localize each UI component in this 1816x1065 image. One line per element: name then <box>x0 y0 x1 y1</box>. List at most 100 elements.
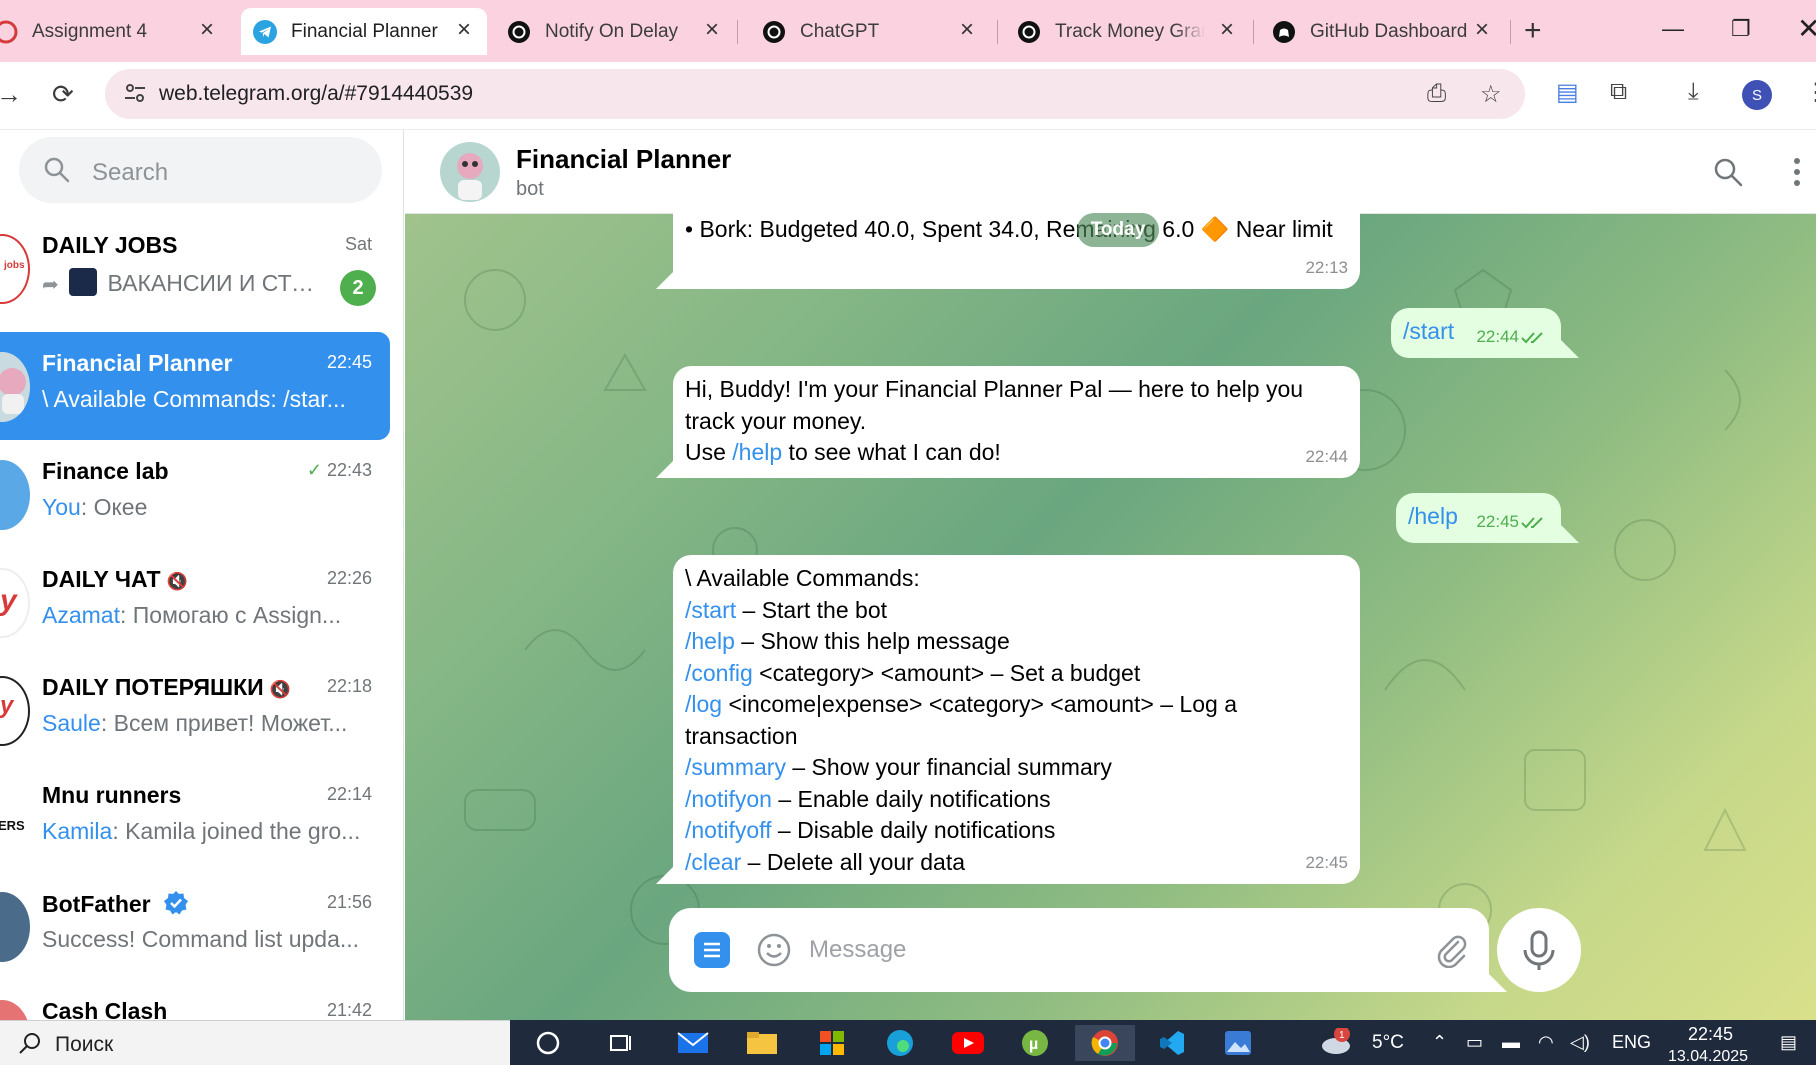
message-text: • Bork: Budgeted 40.0, Spent 34.0, Remai… <box>685 216 1333 242</box>
clock-time[interactable]: 22:45 <box>1688 1024 1733 1045</box>
voice-record-button[interactable] <box>1497 908 1581 992</box>
chat-name-text: DAILY ПОТЕРЯШКИ <box>42 674 264 700</box>
chat-search-input[interactable]: Search <box>19 137 382 203</box>
utorrent-icon[interactable]: µ <box>1015 1025 1055 1061</box>
command-line: /summary – Show your financial summary <box>685 752 1348 784</box>
bot-menu-button[interactable] <box>694 932 730 968</box>
tab-github-dashboard[interactable]: GitHub Dashboard × <box>1260 8 1505 55</box>
chat-name: Financial Planner <box>42 350 233 376</box>
tab-notify-on-delay[interactable]: Notify On Delay × <box>495 8 735 55</box>
tab-track-money[interactable]: Track Money Gram × <box>1005 8 1250 55</box>
close-icon[interactable]: × <box>960 18 974 42</box>
cortana-icon[interactable] <box>528 1025 568 1061</box>
message-incoming-help[interactable]: \ Available Commands: /start – Start the… <box>673 555 1360 884</box>
chrome-icon[interactable] <box>1075 1025 1135 1061</box>
youtube-icon[interactable] <box>948 1025 988 1061</box>
wifi-icon[interactable]: ◠ <box>1538 1032 1554 1053</box>
vscode-icon[interactable] <box>1152 1025 1192 1061</box>
sender-name: Saule <box>42 710 101 736</box>
chevron-up-icon[interactable]: ⌃ <box>1432 1032 1447 1053</box>
reload-icon[interactable]: ⟳ <box>52 76 74 112</box>
mail-icon[interactable] <box>673 1025 713 1061</box>
emoji-icon[interactable] <box>756 932 792 968</box>
muted-icon: 🔇 <box>166 572 188 591</box>
chat-item-finance-lab[interactable]: Finance lab ✓ 22:43 You: Окее <box>0 440 390 548</box>
message-outgoing[interactable]: /start 22:44 <box>1391 308 1561 358</box>
command-link[interactable]: /start <box>685 597 736 623</box>
command-description: <income|expense> <category> <amount> – L… <box>722 691 1237 717</box>
close-icon[interactable]: × <box>1220 18 1234 42</box>
forward-icon[interactable]: → <box>0 76 22 112</box>
profile-avatar[interactable]: S <box>1742 80 1772 110</box>
file-explorer-icon[interactable] <box>742 1025 782 1061</box>
touchpad-icon[interactable]: ▭ <box>1466 1032 1483 1053</box>
command-link[interactable]: /notifyoff <box>685 817 772 843</box>
chat-item-daily-chat[interactable]: y DAILY ЧАТ 🔇 22:26 Azamat: Помогаю с Ass… <box>0 548 390 656</box>
command-link[interactable]: /log <box>685 691 722 717</box>
weather-icon[interactable]: 1 <box>1320 1026 1356 1061</box>
edge-icon[interactable] <box>880 1025 920 1061</box>
close-window-button[interactable]: ✕ <box>1797 12 1816 46</box>
install-app-icon[interactable]: ⎙ <box>1427 80 1446 108</box>
bookmark-star-icon[interactable]: ☆ <box>1480 80 1502 109</box>
command-link[interactable]: /help <box>732 439 782 465</box>
task-view-icon[interactable] <box>600 1025 640 1061</box>
windows-taskbar: Поиск µ 1 5°C ⌃ ▭ ▬ ◠ ◁) ENG 22:45 13.04… <box>0 1020 1816 1065</box>
site-settings-icon[interactable] <box>123 81 147 105</box>
attach-icon[interactable] <box>1434 932 1468 968</box>
channel-thumbnail <box>69 268 98 296</box>
extensions-icon[interactable]: ⧉ <box>1610 78 1627 106</box>
close-icon[interactable]: × <box>1475 18 1489 42</box>
browser-menu-icon[interactable]: ⋮ <box>1804 78 1816 107</box>
message-outgoing[interactable]: /help 22:45 <box>1396 493 1561 543</box>
command-link[interactable]: /help <box>685 628 735 654</box>
chat-item-financial-planner[interactable]: Financial Planner 22:45 \ Available Comm… <box>0 332 390 440</box>
chat-name: DAILY ПОТЕРЯШКИ 🔇 <box>42 674 291 701</box>
clock-date[interactable]: 13.04.2025 <box>1668 1048 1748 1065</box>
command-link[interactable]: /notifyon <box>685 786 772 812</box>
close-icon[interactable]: × <box>200 18 214 42</box>
language-indicator[interactable]: ENG <box>1612 1032 1651 1053</box>
tab-title: Assignment 4 <box>32 20 148 42</box>
document-extension-icon[interactable]: ▤ <box>1556 78 1579 107</box>
chat-item-daily-lost-found[interactable]: y DAILY ПОТЕРЯШКИ 🔇 22:18 Saule: Всем при… <box>0 656 390 764</box>
search-placeholder: Search <box>92 159 169 186</box>
more-options-icon[interactable] <box>1791 156 1803 188</box>
command-link[interactable]: /summary <box>685 754 786 780</box>
sender-name: You <box>42 494 81 520</box>
message-incoming[interactable]: Hi, Buddy! I'm your Financial Planner Pa… <box>673 366 1360 478</box>
bot-avatar[interactable] <box>440 142 500 202</box>
tab-chatgpt[interactable]: ChatGPT × <box>750 8 990 55</box>
chat-time: 22:18 <box>326 676 372 696</box>
taskbar-search[interactable]: Поиск <box>0 1020 510 1065</box>
chat-title: Financial Planner <box>516 144 732 174</box>
new-tab-button[interactable]: + <box>1524 14 1542 48</box>
preview-text: Всем привет! Может... <box>113 710 348 736</box>
message-incoming[interactable]: • Bork: Budgeted 40.0, Spent 34.0, Remai… <box>673 200 1360 289</box>
tab-assignment[interactable]: Assignment 4 × <box>0 8 230 55</box>
chat-item-mnu-runners[interactable]: ERS Mnu runners 22:14 Kamila: Kamila joi… <box>0 764 390 872</box>
address-bar[interactable]: web.telegram.org/a/#7914440539 ⎙ ☆ <box>105 69 1525 119</box>
minimize-button[interactable]: — <box>1662 12 1684 46</box>
store-icon[interactable] <box>812 1025 852 1061</box>
chat-item-cash-clash[interactable]: Cash Clash 21:42 <box>0 980 390 1020</box>
chat-item-daily-jobs[interactable]: jobs DAILY JOBS Sat ➦ ВАКАНСИИ И СТА... … <box>0 214 390 322</box>
message-input[interactable] <box>809 934 1409 966</box>
close-icon[interactable]: × <box>457 18 471 42</box>
volume-icon[interactable]: ◁) <box>1570 1032 1590 1053</box>
chat-item-botfather[interactable]: BotFather 21:56 Success! Command list up… <box>0 872 390 980</box>
command-link[interactable]: /clear <box>685 849 741 875</box>
message-text: Use <box>685 439 733 465</box>
photos-icon[interactable] <box>1218 1025 1258 1061</box>
command-line: /help – Show this help message <box>685 626 1348 658</box>
battery-icon[interactable]: ▬ <box>1502 1032 1520 1053</box>
tab-financial-planner[interactable]: Financial Planner × <box>241 8 487 55</box>
download-icon[interactable]: ⤓ <box>1688 78 1699 106</box>
notifications-icon[interactable]: ▤ <box>1780 1032 1797 1053</box>
avatar <box>0 352 30 422</box>
command-link[interactable]: /config <box>685 660 753 686</box>
search-icon[interactable] <box>1712 156 1744 188</box>
close-icon[interactable]: × <box>705 18 719 42</box>
restore-button[interactable]: ❐ <box>1731 12 1751 46</box>
sender-colon: : <box>112 818 126 844</box>
